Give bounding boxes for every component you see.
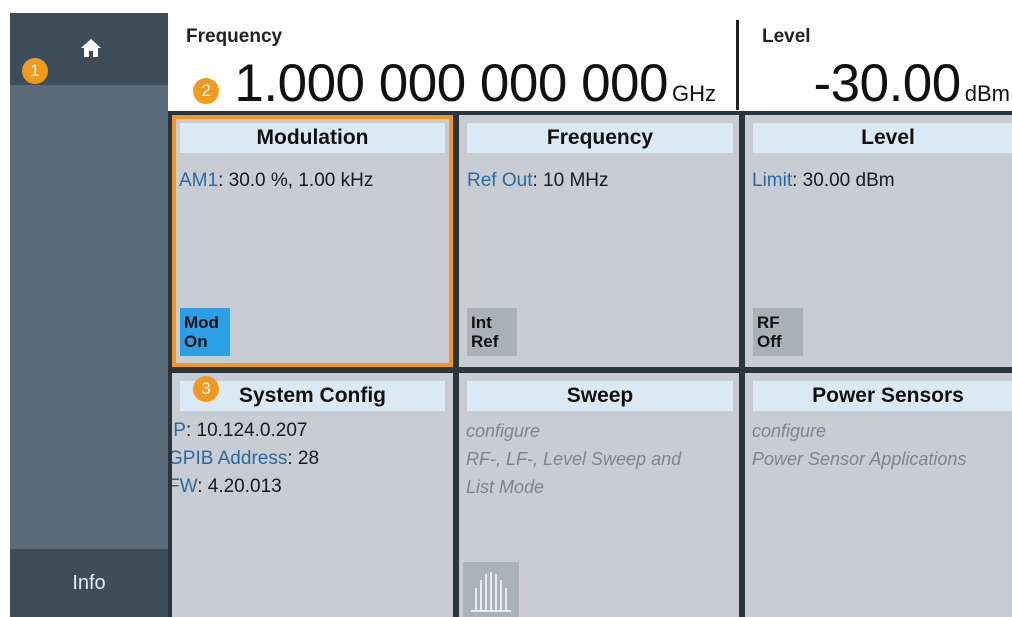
- level-display[interactable]: Level -30.00 dBm: [740, 13, 1012, 114]
- tile-title: Modulation: [180, 123, 445, 153]
- tile-grid: Modulation AM1: 30.0 %, 1.00 kHz Mod On …: [168, 111, 1012, 617]
- sweep-icon-wrap: [463, 562, 519, 617]
- tile-body: AM1: 30.0 %, 1.00 kHz: [179, 167, 373, 195]
- frequency-label: Frequency: [186, 26, 283, 47]
- mod-on-label-top: Mod: [184, 313, 219, 332]
- rf-off-label-bottom: Off: [757, 332, 782, 351]
- home-icon: [81, 39, 101, 57]
- mod-on-label-bottom: On: [184, 332, 208, 351]
- level-number: -30.00: [813, 54, 961, 113]
- level-label: Level: [762, 26, 811, 47]
- am1-value: : 30.0 %, 1.00 kHz: [218, 170, 374, 191]
- power-line-2: Power Sensor Applications: [752, 449, 967, 469]
- rf-off-button[interactable]: RF Off: [753, 308, 803, 356]
- tile-system-config[interactable]: System Config IP: 10.124.0.207 GPIB Addr…: [172, 373, 453, 617]
- level-value: -30.00 dBm: [813, 53, 1010, 114]
- tile-level[interactable]: Level Limit: 30.00 dBm RF Off: [745, 115, 1012, 367]
- power-line-1: configure: [752, 421, 827, 441]
- fw-row: FW: 4.20.013: [172, 473, 319, 501]
- tile-body: Limit: 30.00 dBm: [752, 167, 895, 195]
- header-divider: [736, 20, 739, 110]
- frequency-number: 1.000 000 000 000: [234, 54, 668, 113]
- tile-title: Power Sensors: [753, 381, 1012, 411]
- callout-marker-3: 3: [193, 376, 219, 402]
- level-unit: dBm: [964, 81, 1010, 106]
- frequency-value: 1.000 000 000 000 GHz: [234, 53, 716, 114]
- gpib-key: GPIB Address: [172, 448, 288, 469]
- sweep-line-2: RF-, LF-, Level Sweep and: [466, 449, 682, 469]
- sidebar: Info: [10, 13, 168, 617]
- tile-modulation[interactable]: Modulation AM1: 30.0 %, 1.00 kHz Mod On: [172, 115, 453, 367]
- callout-marker-1: 1: [22, 58, 48, 84]
- tile-title: Frequency: [467, 123, 733, 153]
- tile-body: configure Power Sensor Applications: [752, 417, 966, 473]
- callout-marker-2: 2: [193, 78, 219, 104]
- ref-out-value: : 10 MHz: [532, 170, 609, 191]
- ip-value: : 10.124.0.207: [185, 420, 308, 441]
- fw-value: : 4.20.013: [197, 476, 282, 497]
- ip-key: IP: [172, 420, 186, 441]
- ip-row: IP: 10.124.0.207: [172, 417, 319, 445]
- int-ref-button[interactable]: Int Ref: [467, 308, 517, 356]
- tile-title: Sweep: [467, 381, 733, 411]
- ref-out-key: Ref Out: [467, 170, 533, 191]
- frequency-unit: GHz: [672, 81, 716, 106]
- limit-value: : 30.00 dBm: [792, 170, 895, 191]
- tile-title: Level: [753, 123, 1012, 153]
- sweep-line-3: List Mode: [466, 477, 545, 497]
- limit-key: Limit: [752, 170, 793, 191]
- sweep-line-1: configure: [466, 421, 541, 441]
- gpib-row: GPIB Address: 28: [172, 445, 319, 473]
- frequency-display[interactable]: Frequency 1.000 000 000 000 GHz: [172, 13, 736, 114]
- sweep-icon: [463, 562, 519, 617]
- tile-title: System Config: [180, 381, 445, 411]
- tile-body: Ref Out: 10 MHz: [467, 167, 609, 195]
- mod-on-button[interactable]: Mod On: [180, 308, 230, 356]
- int-ref-label-top: Int: [471, 313, 492, 332]
- am1-key: AM1: [179, 170, 219, 191]
- tile-frequency[interactable]: Frequency Ref Out: 10 MHz Int Ref: [459, 115, 739, 367]
- tile-body: IP: 10.124.0.207 GPIB Address: 28 FW: 4.…: [172, 417, 319, 501]
- rf-off-label-top: RF: [757, 313, 780, 332]
- gpib-value: : 28: [287, 448, 320, 469]
- info-button[interactable]: Info: [10, 549, 168, 617]
- tile-power-sensors[interactable]: Power Sensors configure Power Sensor App…: [745, 373, 1012, 617]
- tile-body: configure RF-, LF-, Level Sweep and List…: [466, 417, 681, 501]
- int-ref-label-bottom: Ref: [471, 332, 499, 351]
- fw-key: FW: [172, 476, 198, 497]
